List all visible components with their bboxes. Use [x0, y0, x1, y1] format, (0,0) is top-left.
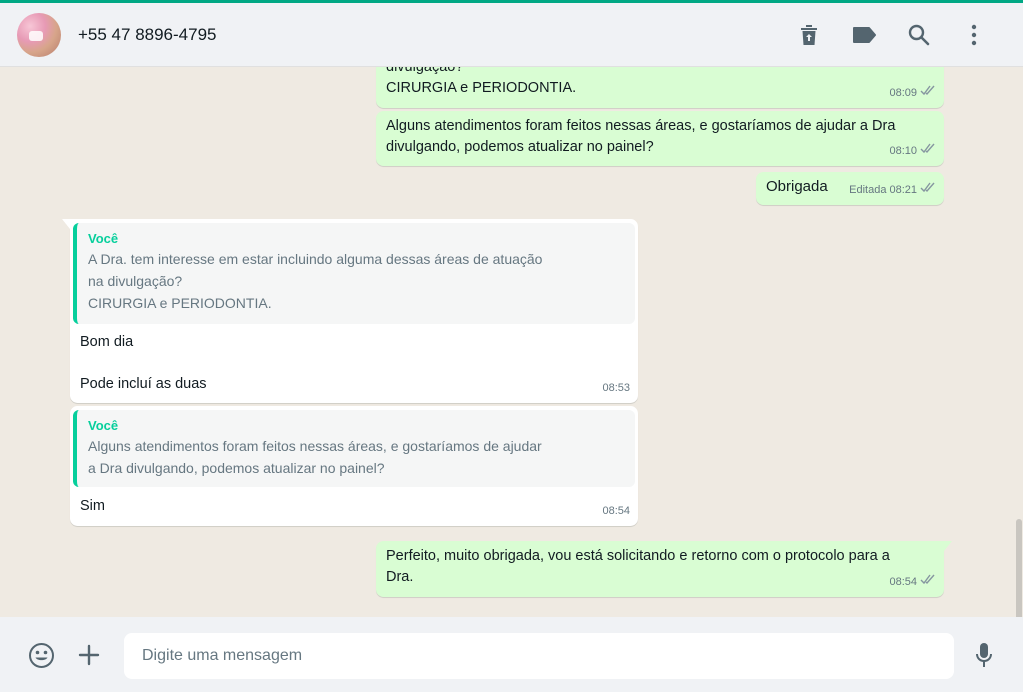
- header-actions: [781, 15, 1001, 55]
- message-outgoing[interactable]: Alguns atendimentos foram feitos nessas …: [376, 111, 944, 166]
- message-line: Perfeito, muito obrigada, vou está solic…: [386, 548, 890, 564]
- chat-scrollbar[interactable]: [1016, 519, 1022, 617]
- search-icon[interactable]: [891, 15, 946, 55]
- quote-line: Alguns atendimentos foram feitos nessas …: [88, 438, 542, 454]
- edited-label: Editada: [849, 184, 887, 196]
- message-line: Pode incluí as duas: [80, 376, 207, 392]
- avatar[interactable]: [17, 12, 61, 57]
- message-time: 08:09: [889, 87, 917, 99]
- quoted-message[interactable]: Você Alguns atendimentos foram feitos ne…: [73, 410, 635, 487]
- message-meta: 08:10: [889, 141, 936, 162]
- quote-line: a Dra divulgando, podemos atualizar no p…: [88, 460, 385, 476]
- message-line: CIRURGIA e PERIODONTIA.: [386, 80, 577, 96]
- message-time: 08:53: [602, 382, 630, 394]
- quote-line: na divulgação?: [88, 273, 183, 289]
- quote-line: CIRURGIA e PERIODONTIA.: [88, 295, 272, 311]
- message-meta: Editada 08:21: [849, 180, 936, 201]
- message-meta: 08:54: [602, 501, 630, 522]
- message-time: 08:21: [889, 184, 917, 196]
- message-time: 08:10: [889, 145, 917, 157]
- label-icon[interactable]: [836, 15, 891, 55]
- message-outgoing[interactable]: divulgação? CIRURGIA e PERIODONTIA. 08:0…: [376, 67, 944, 108]
- message-text: Obrigada: [766, 178, 828, 195]
- message-line: divulgação?: [386, 67, 464, 75]
- message-line: Dra.: [386, 569, 414, 585]
- emoji-icon[interactable]: [17, 631, 65, 679]
- double-check-icon: [920, 572, 936, 593]
- message-line: Alguns atendimentos foram feitos nessas …: [386, 118, 896, 134]
- message-outgoing[interactable]: Perfeito, muito obrigada, vou está solic…: [376, 541, 952, 597]
- attach-icon[interactable]: [65, 631, 113, 679]
- message-meta: 08:54: [889, 572, 936, 593]
- message-incoming[interactable]: Você A Dra. tem interesse em estar inclu…: [62, 219, 638, 403]
- message-input[interactable]: [124, 633, 954, 679]
- microphone-icon[interactable]: [960, 631, 1008, 679]
- contact-name[interactable]: +55 47 8896-4795: [78, 25, 217, 45]
- quote-author: Você: [88, 418, 119, 433]
- menu-icon[interactable]: [946, 15, 1001, 55]
- message-line: divulgando, podemos atualizar no painel?: [386, 139, 654, 155]
- message-time: 08:54: [602, 505, 630, 517]
- bubble-tail: [944, 541, 952, 551]
- chat-messages[interactable]: divulgação? CIRURGIA e PERIODONTIA. 08:0…: [0, 67, 1023, 617]
- message-line: Bom dia: [80, 334, 134, 350]
- chat-header: +55 47 8896-4795: [0, 3, 1023, 67]
- message-meta: 08:53: [602, 378, 630, 399]
- double-check-icon: [920, 141, 936, 162]
- message-text: Sim: [80, 498, 105, 514]
- bubble-tail: [62, 219, 70, 229]
- delete-icon[interactable]: [781, 15, 836, 55]
- quoted-message[interactable]: Você A Dra. tem interesse em estar inclu…: [73, 223, 635, 324]
- double-check-icon: [920, 180, 936, 201]
- quote-author: Você: [88, 231, 119, 246]
- message-incoming[interactable]: Você Alguns atendimentos foram feitos ne…: [70, 406, 638, 526]
- double-check-icon: [920, 83, 936, 104]
- message-outgoing[interactable]: Obrigada Editada 08:21: [756, 172, 944, 205]
- quote-line: A Dra. tem interesse em estar incluindo …: [88, 251, 543, 267]
- message-meta: 08:09: [889, 83, 936, 104]
- message-time: 08:54: [889, 576, 917, 588]
- composer-bar: [0, 617, 1023, 692]
